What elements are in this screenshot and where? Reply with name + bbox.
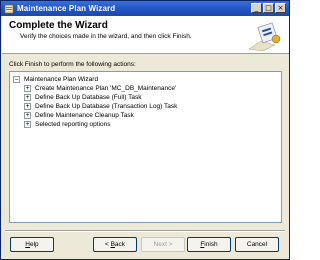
help-button[interactable]: Help	[10, 237, 54, 252]
wizard-app-icon	[4, 4, 14, 14]
wizard-window: Maintenance Plan Wizard _ □ × Complete t…	[0, 0, 290, 260]
tree-item-label: Define Back Up Database (Transaction Log…	[35, 103, 178, 110]
cancel-button[interactable]: Cancel	[235, 237, 279, 252]
expand-icon[interactable]: +	[24, 121, 31, 128]
expand-icon[interactable]: +	[24, 103, 31, 110]
close-button[interactable]: ×	[275, 3, 286, 13]
title-bar[interactable]: Maintenance Plan Wizard _ □ ×	[1, 1, 289, 16]
tree-root-item[interactable]: − Maintenance Plan Wizard	[13, 75, 177, 84]
tree-item-label: Define Back Up Database (Full) Task	[35, 94, 142, 101]
help-label-rest: elp	[30, 241, 39, 248]
instruction-text: Click Finish to perform the following ac…	[9, 61, 136, 68]
wizard-header: Complete the Wizard Verify the choices m…	[2, 16, 289, 54]
window-title: Maintenance Plan Wizard	[17, 4, 116, 13]
tree-item[interactable]: + Define Maintenance Cleanup Task	[24, 111, 177, 120]
finish-button[interactable]: Finish	[187, 237, 231, 252]
tree-item-label: Selected reporting options	[35, 121, 111, 128]
tree-item[interactable]: + Define Back Up Database (Full) Task	[24, 93, 177, 102]
back-label-rest: ack	[114, 241, 126, 248]
page-subtitle: Verify the choices made in the wizard, a…	[20, 33, 192, 40]
next-button[interactable]: Next >	[141, 237, 185, 252]
tree-item-label: Create Maintenance Plan 'MC_DB_Maintenan…	[35, 85, 177, 92]
actions-tree: − Maintenance Plan Wizard + Create Maint…	[13, 75, 177, 129]
tree-item-label: Define Maintenance Cleanup Task	[35, 112, 134, 119]
button-separator	[5, 230, 285, 232]
back-button[interactable]: < Back	[93, 237, 137, 252]
wizard-banner-icon	[245, 19, 283, 52]
cancel-label: Cancel	[246, 241, 268, 248]
tree-item[interactable]: + Define Back Up Database (Transaction L…	[24, 102, 177, 111]
finish-label-rest: inish	[204, 241, 218, 248]
page-title: Complete the Wizard	[9, 20, 108, 31]
minimize-button[interactable]: _	[251, 3, 262, 13]
expand-icon[interactable]: +	[24, 112, 31, 119]
tree-item[interactable]: + Create Maintenance Plan 'MC_DB_Mainten…	[24, 84, 177, 93]
tree-root-label: Maintenance Plan Wizard	[24, 76, 99, 83]
actions-tree-panel[interactable]: − Maintenance Plan Wizard + Create Maint…	[9, 71, 282, 223]
next-label: Next >	[153, 241, 173, 248]
expand-icon[interactable]: +	[24, 94, 31, 101]
window-controls: _ □ ×	[251, 3, 286, 13]
maximize-button[interactable]: □	[263, 3, 274, 13]
expand-icon[interactable]: +	[24, 85, 31, 92]
collapse-icon[interactable]: −	[13, 76, 20, 83]
tree-item[interactable]: + Selected reporting options	[24, 120, 177, 129]
